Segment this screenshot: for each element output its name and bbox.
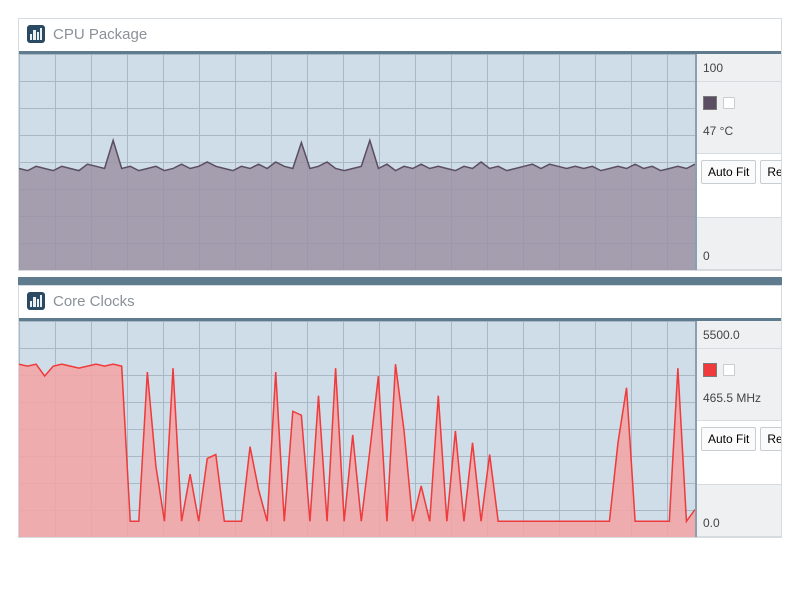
reset-button[interactable]: Re — [760, 160, 781, 184]
panel-header: Core Clocks — [19, 286, 781, 321]
auto-fit-button[interactable]: Auto Fit — [701, 427, 756, 451]
panel-divider — [18, 277, 782, 285]
y-min-label: 0.0 — [703, 516, 720, 530]
panel-title: Core Clocks — [53, 293, 135, 310]
series-color-swatch[interactable] — [703, 363, 717, 377]
monitoring-panel: CPU Package 100 47 °C Auto FitRe 0 — [18, 18, 782, 271]
chart-area — [19, 321, 697, 537]
current-value-label: 47 °C — [703, 124, 775, 138]
chart-plot — [19, 54, 695, 270]
legend-row: 465.5 MHz — [697, 349, 781, 421]
legend-row: 47 °C — [697, 82, 781, 154]
chart-side-panel: 100 47 °C Auto FitRe 0 — [697, 54, 781, 270]
current-value-label: 465.5 MHz — [703, 391, 775, 405]
auto-fit-button[interactable]: Auto Fit — [701, 160, 756, 184]
series-toggle-swatch[interactable] — [723, 97, 735, 109]
barchart-icon — [27, 292, 45, 310]
y-max-label: 100 — [703, 61, 723, 75]
chart-side-panel: 5500.0 465.5 MHz Auto FitRe 0.0 — [697, 321, 781, 537]
series-color-swatch[interactable] — [703, 96, 717, 110]
panel-body: 100 47 °C Auto FitRe 0 — [19, 54, 781, 270]
series-toggle-swatch[interactable] — [723, 364, 735, 376]
panel-header: CPU Package — [19, 19, 781, 54]
monitoring-panel: Core Clocks 5500.0 465.5 MHz Auto FitRe 0.0 — [18, 285, 782, 538]
chart-plot — [19, 321, 695, 537]
reset-button[interactable]: Re — [760, 427, 781, 451]
y-min-label: 0 — [703, 249, 710, 263]
barchart-icon — [27, 25, 45, 43]
y-max-label: 5500.0 — [703, 328, 740, 342]
panel-body: 5500.0 465.5 MHz Auto FitRe 0.0 — [19, 321, 781, 537]
panel-title: CPU Package — [53, 26, 147, 43]
chart-area — [19, 54, 697, 270]
